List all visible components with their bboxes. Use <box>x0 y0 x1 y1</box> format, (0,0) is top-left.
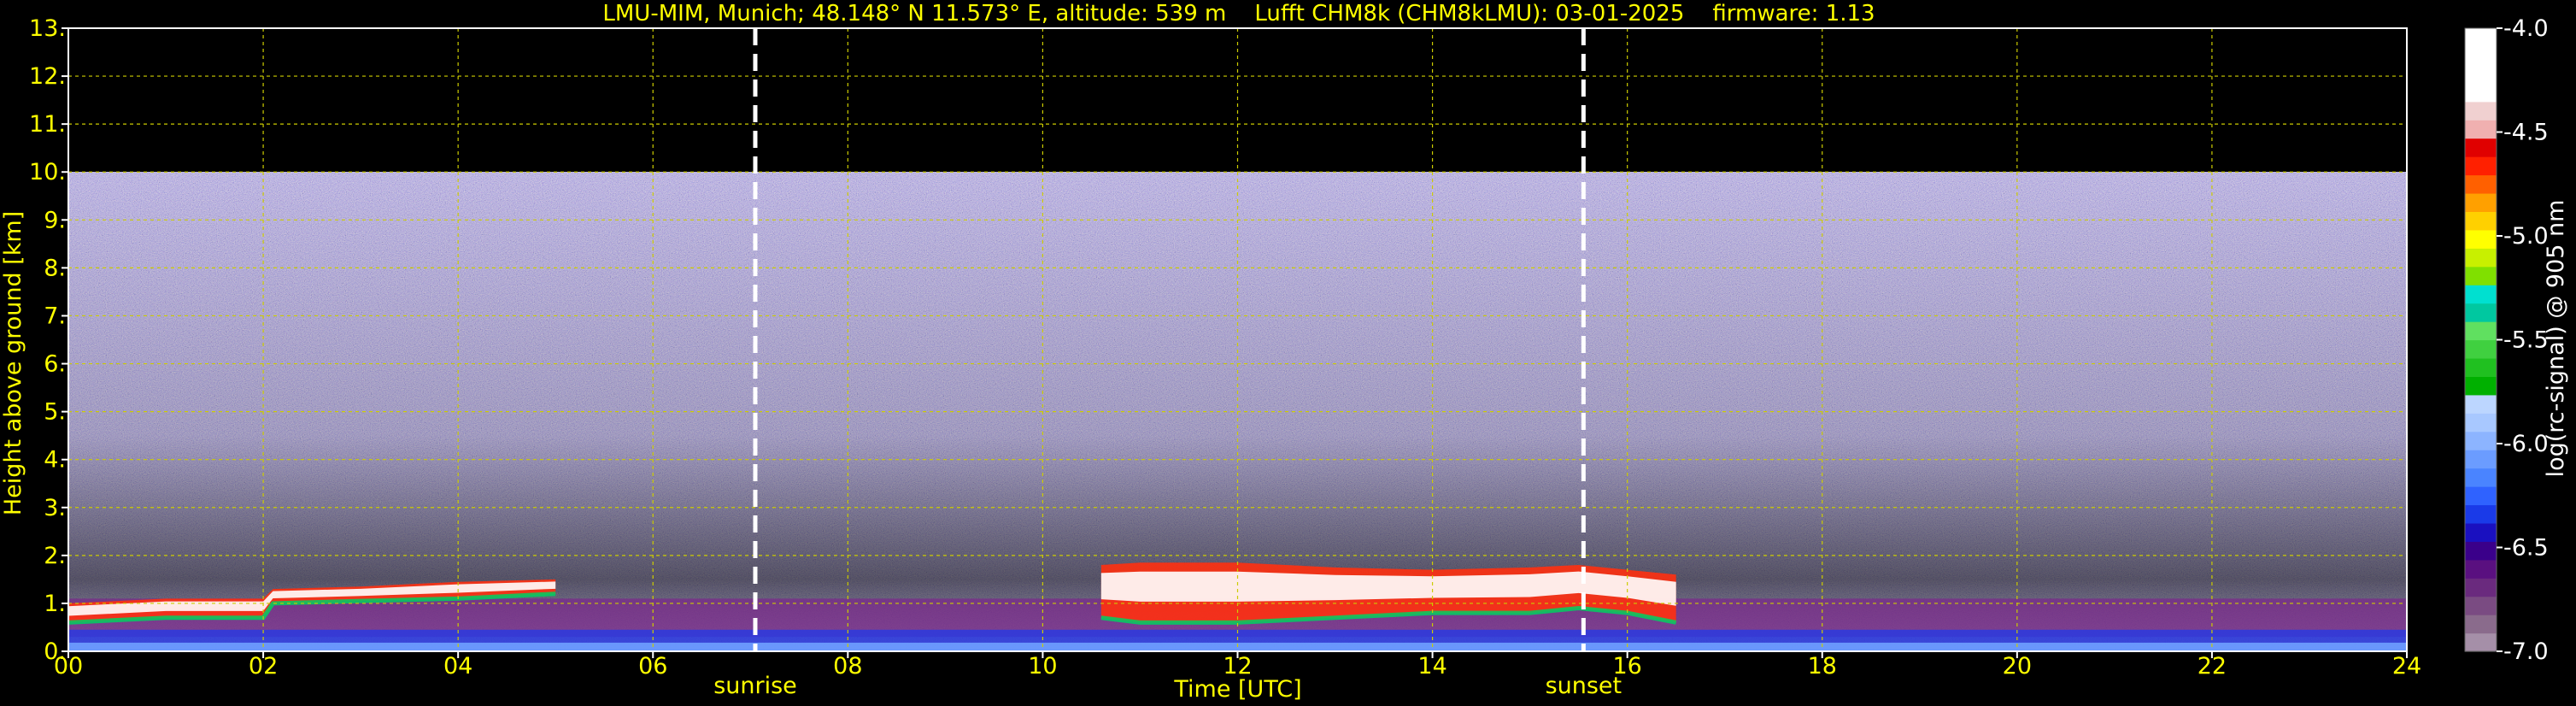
colorbar-segment <box>2465 192 2497 213</box>
x-tick-label-06: 06 <box>638 653 667 680</box>
chart-title: LMU-MIM, Munich; 48.148° N 11.573° E, al… <box>602 1 1875 26</box>
colorbar-segment <box>2465 248 2497 268</box>
x-tick-label-10: 10 <box>1028 653 1057 680</box>
colorbar-segment <box>2465 578 2497 597</box>
colorbar-segment <box>2465 28 2497 48</box>
colorbar-segment <box>2465 285 2497 304</box>
colorbar: -4.0 -4.5 -5.0 -5.5 -6.0 -6.5 -7.0 <box>2464 15 2549 665</box>
colorbar-segment <box>2465 64 2497 84</box>
colorbar-segment <box>2465 431 2497 450</box>
x-tick-label-20: 20 <box>2003 653 2032 680</box>
y-tick-label-0: 0. <box>44 638 66 665</box>
colorbar-tick-label: -6.5 <box>2503 535 2549 562</box>
colorbar-segment <box>2465 522 2497 542</box>
colorbar-tick-label: -5.5 <box>2503 327 2549 354</box>
colorbar-tick-label: -6.0 <box>2503 431 2549 457</box>
x-tick-label-02: 02 <box>249 653 278 680</box>
y-tick-label-6: 6. <box>44 351 66 378</box>
colorbar-segment <box>2465 541 2497 561</box>
colorbar-segment <box>2465 596 2497 615</box>
y-axis-label: Height above ground [km] <box>0 211 26 515</box>
y-tick-label-13: 13. <box>29 15 66 42</box>
x-tick-label-08: 08 <box>833 653 862 680</box>
colorbar-segment <box>2465 101 2497 121</box>
colorbar-segment <box>2465 615 2497 634</box>
y-tick-label-7: 7. <box>44 303 66 329</box>
colorbar-segment <box>2465 303 2497 322</box>
colorbar-segment <box>2465 120 2497 139</box>
colorbar-segment <box>2465 394 2497 414</box>
x-tick-label-16: 16 <box>1612 653 1641 680</box>
x-tick-label-04: 04 <box>443 653 472 680</box>
colorbar-segment <box>2465 357 2497 377</box>
colorbar-tick-label: -4.5 <box>2503 120 2549 146</box>
y-tick-label-3: 3. <box>44 495 66 521</box>
x-tick-label-14: 14 <box>1417 653 1446 680</box>
colorbar-segment <box>2465 266 2497 285</box>
y-tick-label-9: 9. <box>44 207 66 233</box>
colorbar-segment <box>2465 211 2497 231</box>
y-tick-label-12: 12. <box>29 63 66 90</box>
colorbar-segment <box>2465 376 2497 396</box>
colorbar-tick-label: -5.0 <box>2503 223 2549 250</box>
y-tick-label-8: 8. <box>44 255 66 281</box>
colorbar-segment <box>2465 83 2497 103</box>
colorbar-tick-label: -7.0 <box>2503 638 2549 665</box>
ceilometer-chart: sunrise sunset 00 02 04 06 08 10 12 14 16 18 20 22 24… <box>0 1 2569 703</box>
y-tick-label-1: 1. <box>44 591 66 617</box>
colorbar-segment <box>2465 229 2497 249</box>
y-tick-label-2: 2. <box>44 543 66 569</box>
colorbar-segment <box>2465 559 2497 579</box>
x-tick-label-18: 18 <box>1808 653 1837 680</box>
colorbar-segment <box>2465 468 2497 487</box>
colorbar-label: log(rc-signal) @ 905 nm <box>2543 200 2569 478</box>
colorbar-segment <box>2465 339 2497 359</box>
colorbar-segment <box>2465 46 2497 66</box>
y-tick-label-11: 11. <box>29 111 66 138</box>
colorbar-segment <box>2465 450 2497 469</box>
colorbar-segment <box>2465 138 2497 157</box>
colorbar-segment <box>2465 504 2497 524</box>
x-tick-label-24: 24 <box>2392 653 2421 680</box>
colorbar-tick-label: -4.0 <box>2503 15 2549 42</box>
marker-label-sunrise: sunrise <box>713 673 797 699</box>
colorbar-segment <box>2465 632 2497 652</box>
y-tick-label-5: 5. <box>44 399 66 426</box>
colorbar-segment <box>2465 156 2497 176</box>
colorbar-segment <box>2465 486 2497 506</box>
colorbar-segment <box>2465 321 2497 341</box>
x-tick-label-22: 22 <box>2198 653 2227 680</box>
y-tick-label-10: 10. <box>29 159 66 185</box>
y-tick-label-4: 4. <box>44 447 66 474</box>
colorbar-segment <box>2465 174 2497 194</box>
marker-label-sunset: sunset <box>1546 673 1622 699</box>
colorbar-segment <box>2465 413 2497 432</box>
x-axis-label: Time [UTC] <box>1173 676 1301 703</box>
